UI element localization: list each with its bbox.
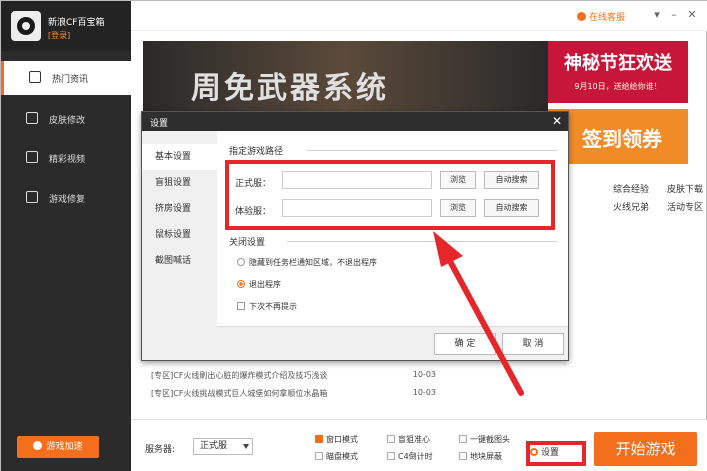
banner-headline: 周免武器系统 (191, 71, 389, 106)
section-title-game-path: 指定游戏路径 (229, 147, 284, 157)
server-value: 正式服 (200, 441, 228, 451)
option-label: 地块屏蔽 (470, 452, 502, 461)
radio[interactable] (237, 258, 245, 266)
quick-link[interactable]: 活动专区 (667, 200, 703, 213)
option-label: 盲狙准心 (398, 435, 430, 444)
option-label: 窗口模式 (326, 435, 358, 444)
option-block-shield[interactable]: 地块屏蔽 (459, 451, 502, 462)
minimize-icon[interactable]: – (666, 7, 682, 23)
video-icon (26, 151, 38, 163)
checkbox-label: 下次不再提示 (249, 302, 297, 311)
dialog-footer: 确 定 取 消 (217, 326, 568, 360)
option-label: C4倒计时 (398, 452, 433, 461)
tab-screenshot-shout[interactable]: 截图喊话 (142, 248, 217, 274)
option-label: 瞄盘模式 (326, 452, 358, 461)
online-service-link[interactable]: 在线客服 (577, 10, 625, 23)
menu-icon[interactable]: ▾ (649, 7, 665, 23)
checkbox[interactable] (459, 435, 467, 443)
sidebar: 新浪CF百宝箱 [登录] 热门资讯 皮肤修改 精彩视频 游戏修复 游戏加速 (1, 1, 131, 471)
promo-title: 神秘节狂欢送 (564, 53, 672, 74)
news-title: [专区]CF火线挑战模式巨人城堡如何拿顺位水晶箱 (151, 389, 328, 398)
option-c4-timer[interactable]: C4倒计时 (387, 451, 433, 462)
option-blind-crosshair[interactable]: 盲狙准心 (387, 434, 430, 445)
checkbox[interactable] (237, 302, 245, 310)
tab-room-settings[interactable]: 挤房设置 (142, 196, 217, 222)
sidebar-item-skin-mod[interactable]: 皮肤修改 (1, 102, 131, 136)
cancel-button[interactable]: 取 消 (502, 333, 564, 355)
server-label: 服务器: (145, 445, 176, 455)
list-item[interactable]: [专区]CF火线刷出心脏的爆炸模式介绍及技巧浅谈 10-03 (151, 370, 436, 386)
radio[interactable] (237, 280, 245, 288)
sidebar-item-videos[interactable]: 精彩视频 (1, 141, 131, 175)
checkin-label: 签到领券 (582, 127, 662, 151)
rocket-icon (33, 441, 43, 450)
radio-minimize-tray[interactable]: 隐藏到任务栏通知区域，不退出程序 (237, 257, 377, 268)
sidebar-item-game-repair[interactable]: 游戏修复 (1, 181, 131, 215)
quick-link[interactable]: 综合经验 (613, 182, 649, 195)
close-icon[interactable]: ✕ (684, 7, 700, 23)
dialog-title: 设置 (150, 119, 169, 129)
news-date: 10-03 (412, 388, 436, 397)
repair-icon (26, 191, 38, 203)
app-title: 新浪CF百宝箱 (48, 18, 105, 28)
option-screenshot[interactable]: 一键截图头 (459, 434, 510, 445)
option-window-mode[interactable]: 窗口模式 (315, 434, 358, 445)
divider (307, 150, 557, 151)
section-title-close: 关闭设置 (229, 238, 266, 248)
option-aim-mode[interactable]: 瞄盘模式 (315, 451, 358, 462)
game-accelerate-button[interactable]: 游戏加速 (17, 436, 99, 458)
shirt-icon (26, 112, 38, 124)
news-icon (29, 71, 41, 83)
news-date: 10-03 (412, 370, 436, 379)
banner-carousel[interactable]: 周免武器系统 (143, 41, 548, 111)
radio-exit-program[interactable]: 退出程序 (237, 279, 281, 290)
tab-blind-settings[interactable]: 盲狙设置 (142, 170, 217, 196)
highlight-box-paths (225, 160, 555, 230)
list-item[interactable]: [专区]CF火线挑战模式巨人城堡如何拿顺位水晶箱 10-03 (151, 388, 436, 404)
sidebar-item-label: 皮肤修改 (49, 116, 86, 126)
radio-label: 退出程序 (249, 280, 281, 289)
title-bar: 在线客服 ▾ – ✕ (131, 1, 707, 31)
login-link[interactable]: [登录] (48, 30, 70, 41)
headset-icon (577, 12, 586, 21)
app-window: 新浪CF百宝箱 [登录] 热门资讯 皮肤修改 精彩视频 游戏修复 游戏加速 在线… (0, 0, 707, 471)
promo-subtitle: 9月10日，送给给你谁！ (574, 82, 662, 91)
quick-link[interactable]: 火线兄弟 (613, 200, 649, 213)
sidebar-item-label: 精彩视频 (49, 155, 86, 165)
highlight-box-settings (526, 441, 586, 466)
checkin-banner[interactable]: 签到领券 (548, 109, 688, 164)
accelerate-label: 游戏加速 (46, 442, 83, 452)
settings-dialog: 设置 ✕ 基本设置 盲狙设置 挤房设置 鼠标设置 截图喊话 指定游戏路径 正式服… (141, 111, 569, 361)
brand-area: 新浪CF百宝箱 [登录] (1, 1, 131, 51)
ok-button[interactable]: 确 定 (434, 333, 496, 355)
radio-label: 隐藏到任务栏通知区域，不退出程序 (249, 258, 377, 267)
start-game-button[interactable]: 开始游戏 (594, 432, 697, 466)
app-logo (11, 11, 41, 41)
checkbox-no-prompt[interactable]: 下次不再提示 (237, 301, 297, 312)
dialog-header: 设置 ✕ (142, 112, 568, 131)
server-select[interactable]: 正式服 (193, 438, 253, 455)
checkbox[interactable] (387, 452, 395, 460)
quick-link[interactable]: 皮肤下载 (667, 182, 703, 195)
sidebar-item-label: 热门资讯 (52, 75, 89, 85)
chevron-down-icon (243, 444, 249, 449)
sidebar-item-hot-news[interactable]: 热门资讯 (1, 61, 131, 95)
checkbox[interactable] (315, 452, 323, 460)
checkbox[interactable] (387, 435, 395, 443)
sidebar-item-label: 游戏修复 (49, 195, 86, 205)
dialog-nav: 基本设置 盲狙设置 挤房设置 鼠标设置 截图喊话 (142, 131, 217, 360)
news-list: [专区]CF火线刷出心脏的爆炸模式介绍及技巧浅谈 10-03 [专区]CF火线挑… (143, 361, 443, 406)
option-label: 一键截图头 (470, 435, 510, 444)
tab-mouse-settings[interactable]: 鼠标设置 (142, 222, 217, 248)
bottom-bar: 服务器: 正式服 窗口模式 瞄盘模式 盲狙准心 C4倒计时 一键截图头 地块屏蔽… (131, 419, 707, 471)
checkbox[interactable] (315, 435, 323, 443)
checkbox[interactable] (459, 452, 467, 460)
tab-basic-settings[interactable]: 基本设置 (142, 144, 217, 170)
news-title: [专区]CF火线刷出心脏的爆炸模式介绍及技巧浅谈 (151, 371, 328, 380)
close-icon[interactable]: ✕ (552, 114, 562, 128)
online-service-label: 在线客服 (589, 13, 626, 23)
divider (287, 241, 557, 242)
promo-festival[interactable]: 神秘节狂欢送 9月10日，送给给你谁！ (548, 41, 688, 103)
